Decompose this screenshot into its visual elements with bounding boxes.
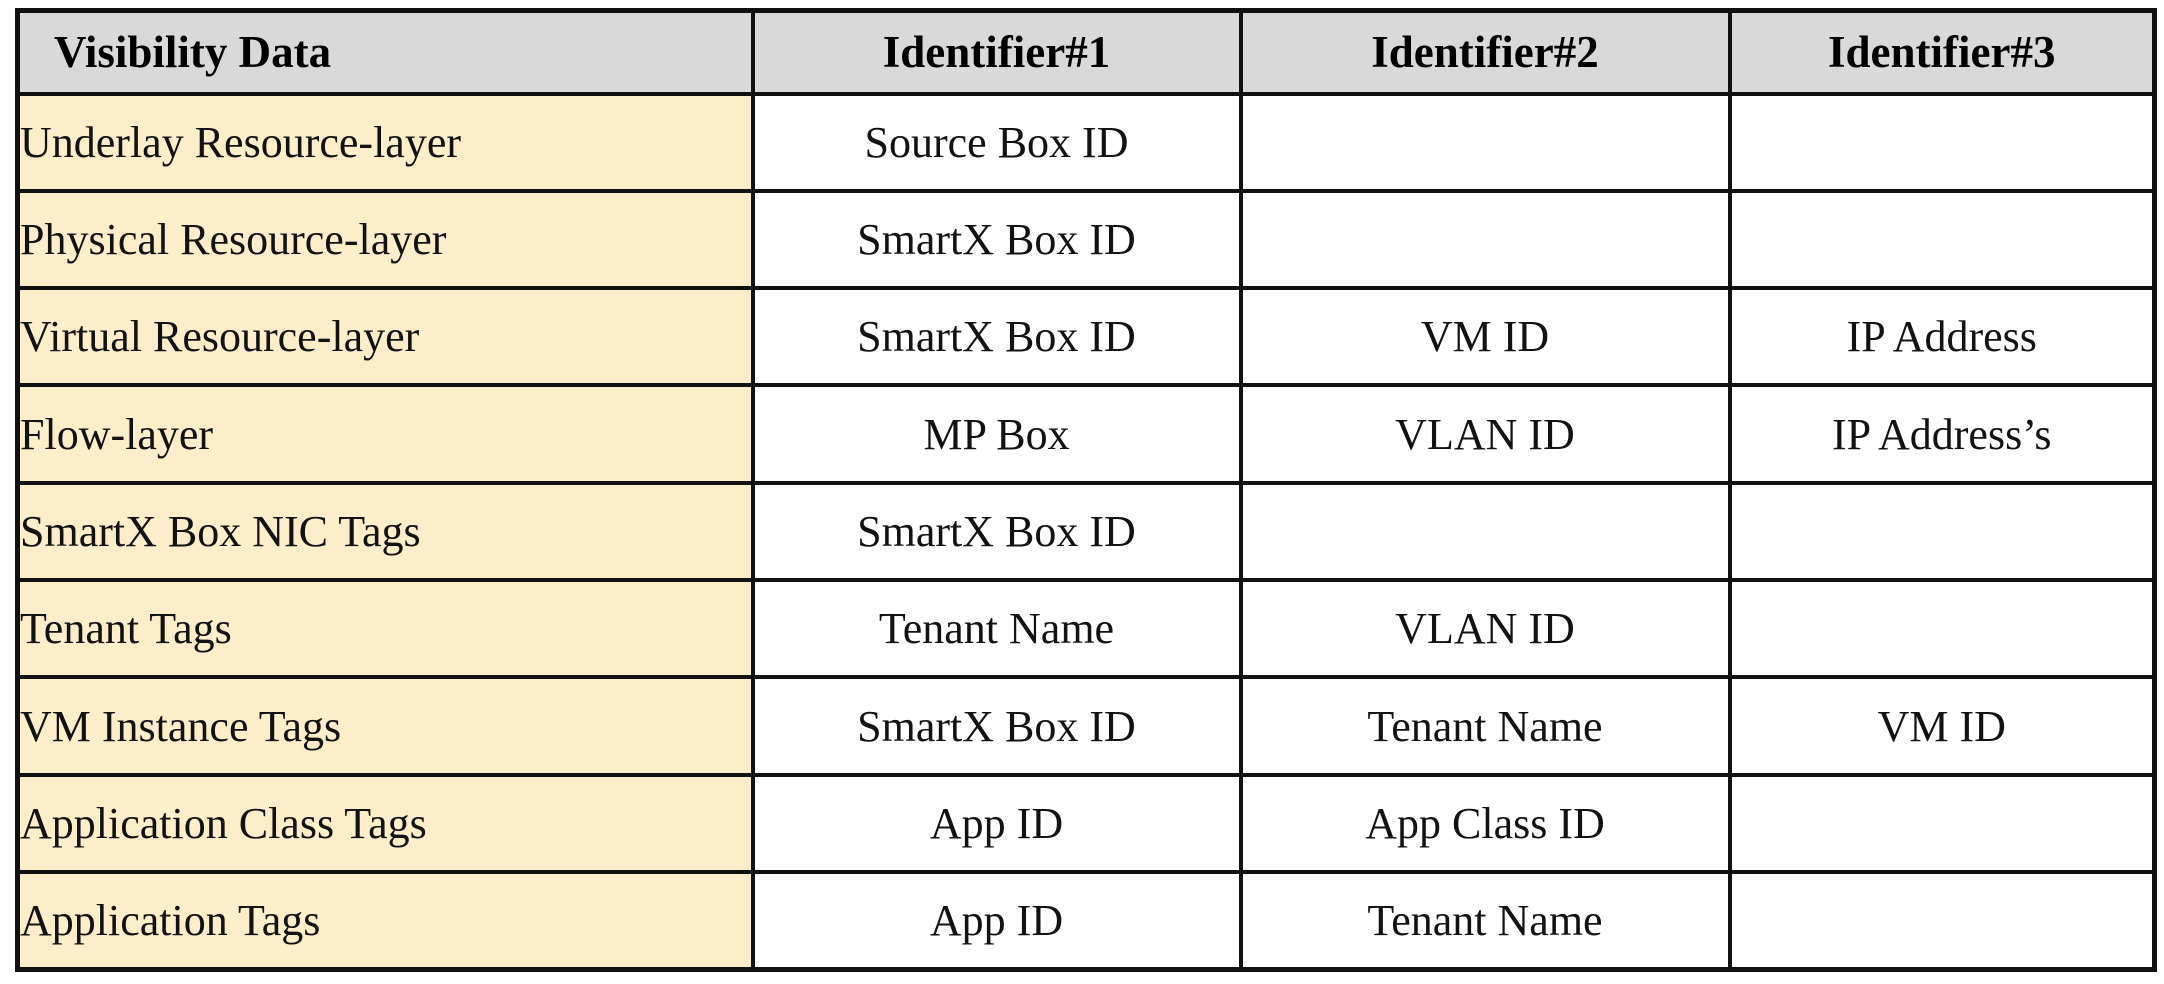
table-row: Underlay Resource-layer Source Box ID (15, 91, 2157, 193)
cell-identifier-2 (1238, 91, 1732, 193)
cell-identifier-3 (1727, 578, 2157, 680)
cell-identifier-2: VLAN ID (1238, 578, 1732, 680)
row-label-vm-instance-tags: VM Instance Tags (15, 675, 755, 777)
cell-identifier-3: IP Address (1727, 286, 2157, 388)
cell-identifier-1: App ID (750, 772, 1243, 875)
table-row: Application Tags App ID Tenant Name (15, 870, 2157, 972)
row-label-application-tags: Application Tags (15, 870, 755, 972)
row-label-tenant-tags: Tenant Tags (15, 578, 755, 680)
visibility-data-table-container: Visibility Data Identifier#1 Identifier#… (15, 8, 2157, 972)
table-row: Virtual Resource-layer SmartX Box ID VM … (15, 286, 2157, 388)
table-row: SmartX Box NIC Tags SmartX Box ID (15, 480, 2157, 583)
column-header-identifier-1: Identifier#1 (750, 8, 1243, 96)
table-header-row: Visibility Data Identifier#1 Identifier#… (15, 8, 2157, 96)
column-header-identifier-2: Identifier#2 (1238, 8, 1732, 96)
cell-identifier-3 (1727, 870, 2157, 972)
cell-identifier-2: VM ID (1238, 286, 1732, 388)
cell-identifier-2: App Class ID (1238, 772, 1732, 875)
cell-identifier-2 (1238, 480, 1732, 583)
row-label-underlay-resource-layer: Underlay Resource-layer (15, 91, 755, 193)
row-label-physical-resource-layer: Physical Resource-layer (15, 188, 755, 291)
row-label-flow-layer: Flow-layer (15, 383, 755, 485)
row-label-virtual-resource-layer: Virtual Resource-layer (15, 286, 755, 388)
visibility-data-table: Visibility Data Identifier#1 Identifier#… (15, 8, 2157, 972)
cell-identifier-2 (1238, 188, 1732, 291)
table-row: Physical Resource-layer SmartX Box ID (15, 188, 2157, 291)
cell-identifier-1: SmartX Box ID (750, 480, 1243, 583)
cell-identifier-1: SmartX Box ID (750, 675, 1243, 777)
cell-identifier-3 (1727, 91, 2157, 193)
cell-identifier-2: VLAN ID (1238, 383, 1732, 485)
column-header-visibility-data: Visibility Data (15, 8, 755, 96)
table-body: Underlay Resource-layer Source Box ID Ph… (15, 91, 2157, 972)
row-label-application-class-tags: Application Class Tags (15, 772, 755, 875)
cell-identifier-3 (1727, 188, 2157, 291)
cell-identifier-3: IP Address’s (1727, 383, 2157, 485)
cell-identifier-3: VM ID (1727, 675, 2157, 777)
cell-identifier-1: Source Box ID (750, 91, 1243, 193)
row-label-smartx-box-nic-tags: SmartX Box NIC Tags (15, 480, 755, 583)
table-row: VM Instance Tags SmartX Box ID Tenant Na… (15, 675, 2157, 777)
column-header-identifier-3: Identifier#3 (1727, 8, 2157, 96)
cell-identifier-1: App ID (750, 870, 1243, 972)
cell-identifier-1: SmartX Box ID (750, 188, 1243, 291)
cell-identifier-2: Tenant Name (1238, 675, 1732, 777)
cell-identifier-1: SmartX Box ID (750, 286, 1243, 388)
cell-identifier-1: MP Box (750, 383, 1243, 485)
table-row: Flow-layer MP Box VLAN ID IP Address’s (15, 383, 2157, 485)
cell-identifier-2: Tenant Name (1238, 870, 1732, 972)
cell-identifier-3 (1727, 480, 2157, 583)
cell-identifier-1: Tenant Name (750, 578, 1243, 680)
table-row: Application Class Tags App ID App Class … (15, 772, 2157, 875)
cell-identifier-3 (1727, 772, 2157, 875)
table-row: Tenant Tags Tenant Name VLAN ID (15, 578, 2157, 680)
table-header: Visibility Data Identifier#1 Identifier#… (15, 8, 2157, 96)
